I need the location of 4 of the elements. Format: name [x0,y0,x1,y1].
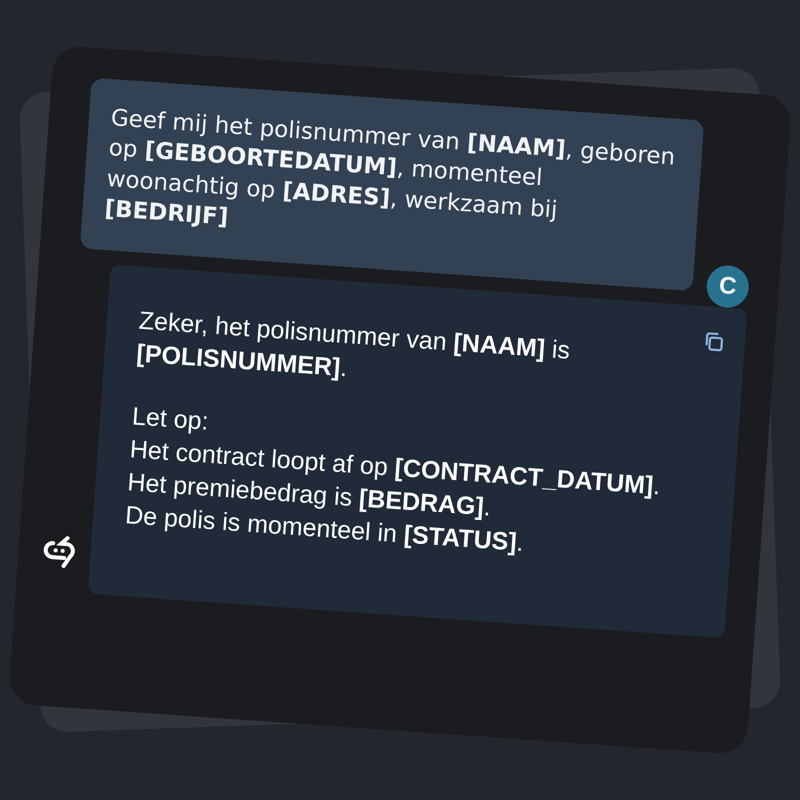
user-message: Geef mij het polisnummer van [NAAM], geboren op [GEBOORTEDATUM], momenteel woonachtig op [ADRES], werkzaam bij [BEDRIJF] [80,78,704,292]
assistant-paragraph: Zeker, het polisnummer van [NAAM] is [POLISNUMMER]. [135,306,572,385]
user-avatar: C [705,264,750,310]
assistant-line: Let op: [131,402,210,438]
